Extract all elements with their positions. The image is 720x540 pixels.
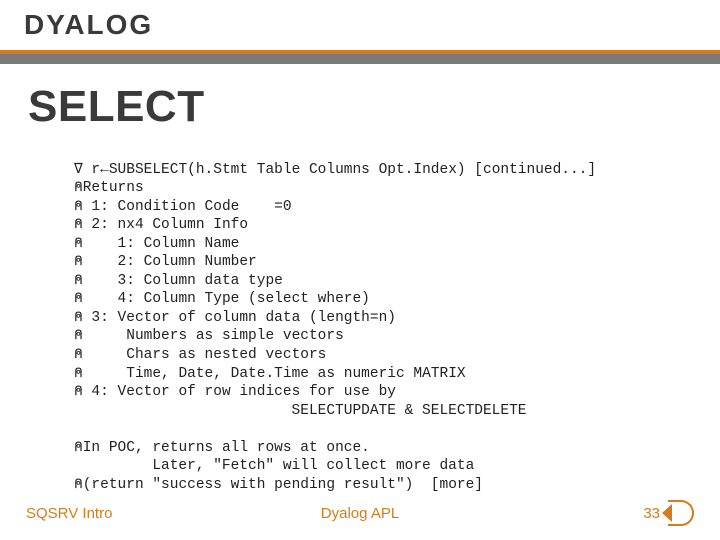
code-block: ∇ r←SUBSELECT(h.Stmt Table Columns Opt.I… — [0, 142, 720, 494]
code-line: ⍝ 1: Column Name — [74, 236, 239, 252]
slide-title: SELECT — [0, 64, 720, 142]
footer-left: SQSRV Intro — [26, 505, 112, 522]
apl-logo-icon — [668, 500, 694, 526]
code-line: ⍝(return "success with pending result") … — [74, 477, 483, 493]
code-line: ⍝ 2: Column Number — [74, 254, 257, 270]
code-line: ⍝ Numbers as simple vectors — [74, 328, 344, 344]
code-line: ⍝ 3: Column data type — [74, 273, 283, 289]
brand-logo: DYALOG — [24, 9, 153, 41]
slide: DYALOG SELECT ∇ r←SUBSELECT(h.Stmt Table… — [0, 0, 720, 540]
code-line: ⍝ Chars as nested vectors — [74, 347, 326, 363]
code-line: ⍝ 2: nx4 Column Info — [74, 217, 248, 233]
footer: SQSRV Intro Dyalog APL 33 — [0, 500, 720, 526]
code-line: SELECTUPDATE & SELECTDELETE — [74, 403, 526, 419]
footer-center: Dyalog APL — [321, 505, 399, 522]
brand-bar: DYALOG — [0, 0, 720, 50]
code-line: ⍝ Time, Date, Date.Time as numeric MATRI… — [74, 366, 466, 382]
code-line: ⍝ 4: Vector of row indices for use by — [74, 384, 396, 400]
code-line: ⍝ 1: Condition Code =0 — [74, 199, 292, 215]
code-line: ∇ r←SUBSELECT(h.Stmt Table Columns Opt.I… — [74, 162, 596, 178]
code-line: Later, "Fetch" will collect more data — [74, 458, 474, 474]
code-line: ⍝ 3: Vector of column data (length=n) — [74, 310, 396, 326]
code-line: ⍝Returns — [74, 180, 144, 196]
page-number: 33 — [643, 505, 660, 522]
code-line: ⍝ 4: Column Type (select where) — [74, 291, 370, 307]
code-line: ⍝In POC, returns all rows at once. — [74, 440, 370, 456]
divider-line — [0, 54, 720, 64]
footer-right: 33 — [643, 500, 694, 526]
